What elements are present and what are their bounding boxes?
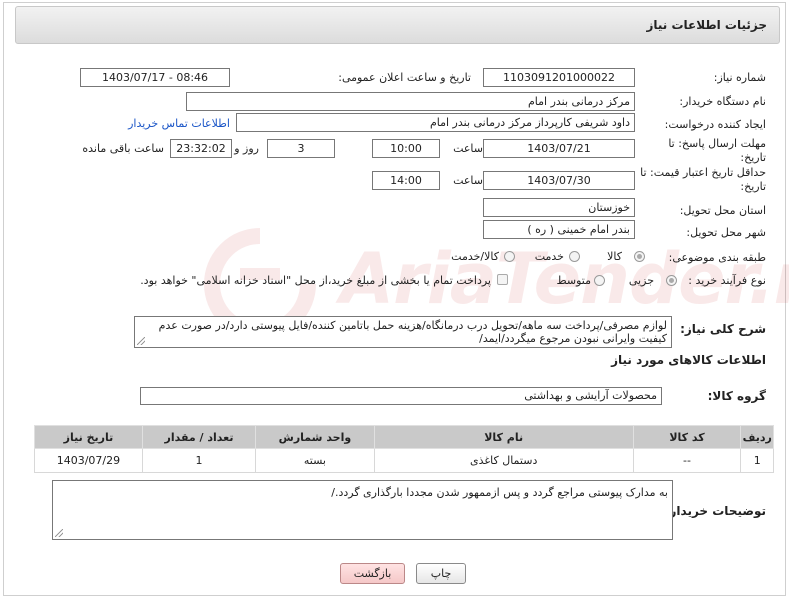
cell-quantity: 1: [141, 448, 257, 473]
process-option-medium: متوسط: [556, 274, 591, 287]
goods-group-label: گروه کالا:: [707, 389, 766, 403]
need-number-field[interactable]: 1103091201000022: [483, 68, 635, 87]
validity-label: حداقل تاریخ اعتبار قیمت: تا: [640, 166, 766, 179]
validity-date-label: تاریخ:: [740, 180, 766, 193]
goods-table: ردیف کد کالا نام کالا واحد شمارش تعداد /…: [34, 425, 774, 473]
page-title: جزئیات اطلاعات نیاز: [646, 18, 767, 32]
province-label: استان محل تحویل:: [679, 204, 766, 217]
treasury-checkbox[interactable]: [497, 274, 508, 285]
table-row[interactable]: 1 -- دستمال کاغذی بسته 1 1403/07/29: [34, 448, 774, 473]
col-unit: واحد شمارش: [255, 425, 375, 449]
need-number-label: شماره نیاز:: [713, 71, 766, 84]
process-label: نوع فرآیند خرید :: [688, 274, 766, 287]
province-field[interactable]: خوزستان: [483, 198, 635, 217]
category-option-service: خدمت: [534, 250, 564, 263]
goods-section-title: اطلاعات کالاهای مورد نیاز: [611, 353, 766, 367]
goods-group-field[interactable]: محصولات آرایشی و بهداشتی: [140, 387, 662, 405]
back-button[interactable]: بازگشت: [340, 563, 405, 584]
process-option-minor: جزیی: [628, 274, 654, 287]
description-label: شرح کلی نیاز:: [680, 322, 766, 336]
category-radio-goods[interactable]: [634, 251, 645, 262]
col-name: نام کالا: [373, 425, 634, 449]
deadline-date-field[interactable]: 1403/07/21: [483, 139, 635, 158]
process-radio-minor[interactable]: [666, 275, 677, 286]
remaining-time-label: ساعت باقی مانده: [82, 142, 164, 155]
remaining-time-field[interactable]: 23:32:02: [170, 139, 232, 158]
description-textarea[interactable]: لوازم مصرفی/پرداخت سه ماهه/تحویل درب درم…: [134, 316, 672, 348]
deadline-days-field[interactable]: 3: [267, 139, 335, 158]
requester-label: ایجاد کننده درخواست:: [664, 118, 766, 131]
city-field[interactable]: بندر امام خمینی ( ره ): [483, 220, 635, 239]
category-label: طبقه بندی موضوعی:: [668, 251, 766, 264]
announce-label: تاریخ و ساعت اعلان عمومی:: [338, 71, 471, 84]
deadline-time-label: ساعت: [453, 142, 483, 155]
deadline-date-label: تاریخ:: [740, 151, 766, 164]
buyer-notes-text: به مدارک پیوستی مراجع گردد و پس ازممهور …: [331, 486, 668, 499]
buyer-notes-textarea[interactable]: به مدارک پیوستی مراجع گردد و پس ازممهور …: [52, 480, 673, 540]
category-option-goods: کالا: [607, 250, 622, 263]
validity-time-label: ساعت: [453, 174, 483, 187]
resize-grip-icon[interactable]: [137, 337, 145, 345]
category-radio-goods-service[interactable]: [504, 251, 515, 262]
cell-unit: بسته: [255, 448, 375, 473]
validity-time-field[interactable]: 14:00: [372, 171, 440, 190]
buyer-org-label: نام دستگاه خریدار:: [679, 95, 766, 108]
category-radio-service[interactable]: [569, 251, 580, 262]
page-header: جزئیات اطلاعات نیاز: [15, 6, 780, 44]
buyer-org-field[interactable]: مرکز درمانی بندر امام: [186, 92, 635, 111]
col-code: کد کالا: [632, 425, 742, 449]
deadline-time-field[interactable]: 10:00: [372, 139, 440, 158]
col-date: تاریخ نیاز: [34, 425, 143, 449]
category-option-goods-service: کالا/خدمت: [451, 250, 499, 263]
col-quantity: تعداد / مقدار: [141, 425, 257, 449]
validity-date-field[interactable]: 1403/07/30: [483, 171, 635, 190]
buyer-contact-link[interactable]: اطلاعات تماس خریدار: [128, 117, 230, 130]
col-row: ردیف: [740, 425, 774, 449]
goods-table-header: ردیف کد کالا نام کالا واحد شمارش تعداد /…: [34, 425, 774, 449]
deadline-days-label: روز و: [234, 142, 259, 155]
cell-code: --: [632, 448, 742, 473]
cell-row: 1: [740, 448, 774, 473]
cell-name: دستمال کاغذی: [373, 448, 634, 473]
description-text: لوازم مصرفی/پرداخت سه ماهه/تحویل درب درم…: [158, 319, 667, 345]
city-label: شهر محل تحویل:: [686, 226, 766, 239]
requester-field[interactable]: داود شریفی کارپرداز مرکز درمانی بندر اما…: [236, 113, 635, 132]
cell-date: 1403/07/29: [34, 448, 143, 473]
announce-field[interactable]: 1403/07/17 - 08:46: [80, 68, 230, 87]
deadline-label: مهلت ارسال پاسخ: تا: [668, 137, 766, 150]
treasury-note: پرداخت تمام یا بخشی از مبلغ خرید،از محل …: [140, 274, 491, 287]
print-button[interactable]: چاپ: [416, 563, 466, 584]
resize-grip-icon[interactable]: [55, 529, 63, 537]
process-radio-medium[interactable]: [594, 275, 605, 286]
buyer-notes-label: توضیحات خریدار:: [664, 504, 766, 518]
